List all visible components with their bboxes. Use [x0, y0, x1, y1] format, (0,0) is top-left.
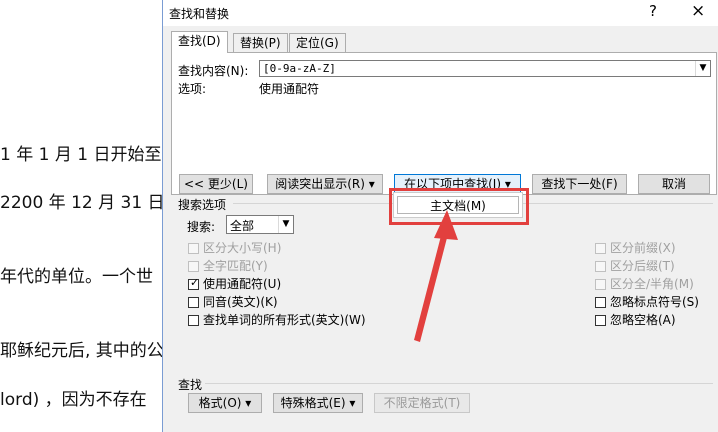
- tab-find[interactable]: 查找(D): [171, 31, 228, 53]
- annotation-arrow-icon: [414, 210, 458, 342]
